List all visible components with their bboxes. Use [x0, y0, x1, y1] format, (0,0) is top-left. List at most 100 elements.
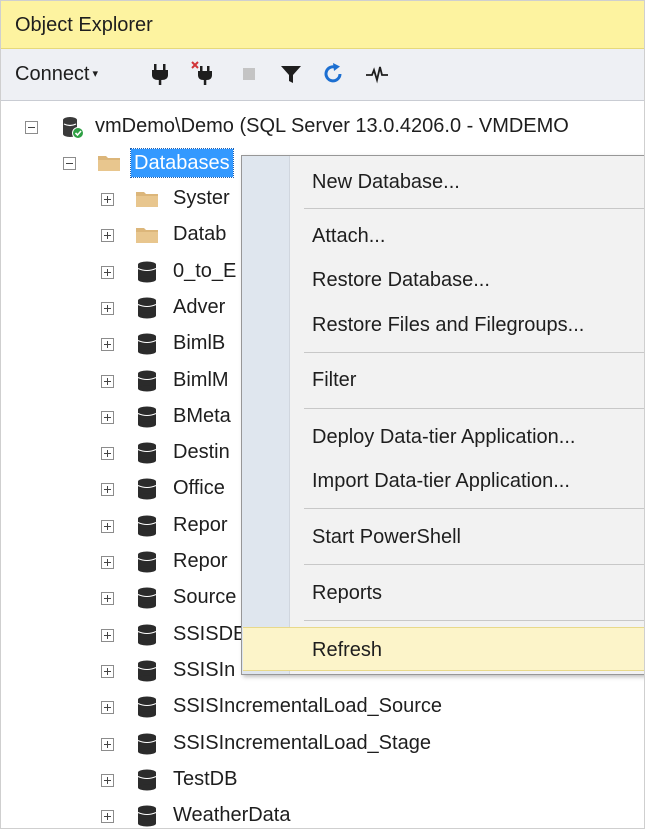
menu-item-label: Deploy Data-tier Application... [312, 426, 576, 448]
menu-separator [304, 408, 644, 409]
menu-separator [304, 208, 644, 209]
menu-item-restore-database[interactable]: Restore Database... [291, 258, 644, 302]
menu-separator [304, 352, 644, 353]
database-icon [137, 333, 157, 355]
filter-icon[interactable] [279, 61, 303, 87]
tree-node-label: WeatherData [173, 804, 291, 827]
tree-node-label: BimlM [173, 368, 229, 391]
activity-monitor-icon[interactable] [365, 61, 389, 87]
tree-node-database[interactable]: SSISIncrementalLoad_Stage [1, 726, 644, 762]
menu-item-label: Start PowerShell [312, 526, 461, 548]
refresh-icon[interactable] [322, 61, 346, 87]
menu-item-label: Restore Files and Filegroups... [312, 314, 585, 336]
menu-item-label: Filter [312, 369, 357, 391]
expand-icon[interactable] [101, 447, 114, 461]
database-icon [137, 696, 157, 718]
expand-icon[interactable] [101, 664, 114, 678]
expand-icon[interactable] [101, 301, 114, 315]
tree-node-database[interactable]: WeatherData [1, 798, 644, 828]
expand-icon[interactable] [101, 519, 114, 533]
expand-icon[interactable] [101, 628, 114, 642]
tree-node-label: Repor [173, 513, 228, 536]
databases-label: Databases [130, 148, 234, 178]
tree-node-label: TestDB [173, 767, 238, 790]
tree-node-server[interactable]: vmDemo\Demo (SQL Server 13.0.4206.0 - VM… [1, 109, 644, 145]
menu-item-attach[interactable]: Attach... [291, 214, 644, 258]
menu-item-label: New Database... [312, 171, 460, 193]
collapse-icon[interactable] [25, 121, 38, 134]
menu-item-label: Reports [312, 582, 383, 604]
database-icon [137, 551, 157, 573]
tree-node-database[interactable]: SSISIncrementalLoad_Source [1, 689, 644, 725]
expand-icon[interactable] [101, 701, 114, 715]
expand-icon[interactable] [101, 773, 114, 787]
menu-item-filter[interactable]: Filter [291, 358, 644, 402]
tree-node-label: SSISDE [173, 622, 247, 645]
tree-node-label: Adver [173, 295, 226, 318]
expand-icon[interactable] [101, 810, 114, 824]
expand-icon[interactable] [101, 556, 114, 569]
disconnect-plug-icon[interactable] [191, 61, 215, 87]
panel-title: Object Explorer [15, 14, 153, 36]
menu-item-deploy-data-tier[interactable]: Deploy Data-tier Application... [291, 415, 644, 459]
menu-item-label: Refresh [312, 639, 383, 661]
database-icon [137, 261, 157, 283]
database-icon [137, 805, 157, 827]
database-icon [137, 769, 157, 791]
expand-icon[interactable] [101, 265, 114, 279]
server-label: vmDemo\Demo (SQL Server 13.0.4206.0 - VM… [95, 115, 569, 137]
database-icon [137, 478, 157, 500]
stop-icon [243, 68, 255, 80]
context-menu: New Database... Attach... Restore Databa… [241, 155, 644, 675]
expand-icon[interactable] [101, 193, 114, 206]
tree-node-label: SSISIn [173, 658, 236, 681]
expand-icon[interactable] [101, 483, 114, 497]
database-icon [137, 624, 157, 646]
chevron-down-icon: ▾ [92, 68, 99, 80]
tree-node-label: Datab [173, 223, 227, 246]
panel-titlebar: Object Explorer [1, 1, 644, 49]
database-icon [137, 515, 157, 537]
menu-item-refresh[interactable]: Refresh [243, 627, 644, 671]
tree-node-label: Source [173, 586, 237, 609]
tree-node-label: Office [173, 477, 225, 500]
expand-icon[interactable] [101, 338, 114, 352]
menu-item-start-powershell[interactable]: Start PowerShell [291, 515, 644, 559]
menu-item-label: Attach... [312, 225, 386, 247]
menu-separator [304, 620, 644, 621]
folder-icon [136, 228, 158, 244]
expand-icon[interactable] [101, 374, 114, 388]
connect-button[interactable]: Connect ▾ [15, 63, 98, 86]
expand-icon[interactable] [101, 737, 114, 751]
folder-icon [136, 192, 158, 207]
database-icon [137, 587, 157, 609]
menu-separator [304, 564, 644, 565]
collapse-icon[interactable] [63, 157, 76, 170]
menu-icon-gutter [242, 156, 290, 674]
menu-separator [304, 508, 644, 509]
tree-node-label: SSISIncrementalLoad_Source [173, 695, 443, 718]
tree-node-label: 0_to_E [173, 259, 237, 282]
expand-icon[interactable] [101, 592, 114, 606]
tree-node-label: BMeta [173, 404, 231, 427]
database-icon [137, 406, 157, 428]
database-icon [137, 297, 157, 319]
database-icon [137, 442, 157, 464]
expand-icon[interactable] [101, 229, 114, 243]
menu-item-label: Restore Database... [312, 269, 490, 291]
connect-plug-icon[interactable] [148, 61, 172, 87]
tree-node-database[interactable]: TestDB [1, 762, 644, 798]
tree-node-label: Destin [173, 441, 230, 464]
expand-icon[interactable] [101, 410, 114, 424]
menu-item-new-database[interactable]: New Database... [291, 160, 644, 204]
tree-node-label: BimlB [173, 332, 226, 355]
database-icon [137, 660, 157, 682]
database-icon [137, 733, 157, 754]
toolbar: Connect ▾ [1, 49, 644, 101]
menu-item-reports[interactable]: Reports [291, 571, 644, 615]
database-icon [137, 370, 157, 391]
menu-item-label: Import Data-tier Application... [312, 470, 570, 492]
connect-label: Connect [15, 63, 90, 85]
menu-item-restore-files[interactable]: Restore Files and Filegroups... [291, 303, 644, 347]
menu-item-import-data-tier[interactable]: Import Data-tier Application... [291, 459, 644, 503]
